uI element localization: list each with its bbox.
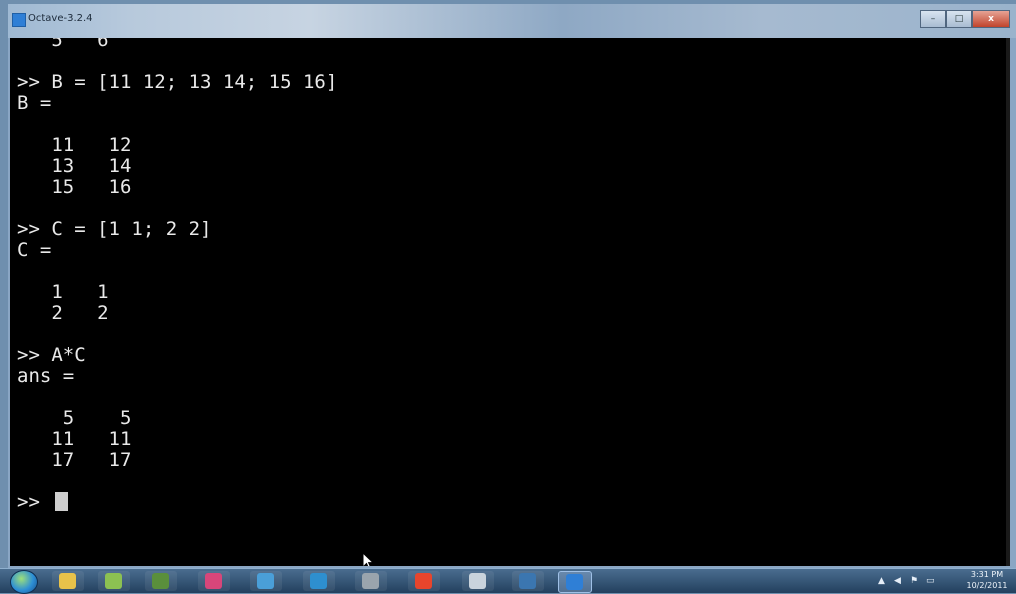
taskbar-button-chrome[interactable] (408, 571, 440, 591)
volume-icon[interactable]: ◀ (894, 576, 904, 586)
taskbar-button-usb-app[interactable] (355, 571, 387, 591)
console-line: 11 11 (17, 428, 132, 450)
paint-icon (257, 573, 274, 589)
clock-date: 10/2/2011 (966, 581, 1008, 590)
console-line: >> B = [11 12; 13 14; 15 16] (17, 71, 338, 93)
chrome-icon (415, 573, 432, 589)
mouse-pointer-icon (362, 552, 374, 566)
console-line: 11 12 (17, 134, 132, 156)
maximize-button[interactable]: □ (946, 10, 972, 28)
console-line: ans = (17, 365, 75, 387)
taskbar-button-paint[interactable] (250, 571, 282, 591)
network-app-icon (310, 573, 327, 589)
taskbar-button-media-app[interactable] (145, 571, 177, 591)
flag-icon[interactable]: ⚑ (910, 576, 920, 586)
media-app-icon (152, 573, 169, 589)
network-icon[interactable]: ▭ (926, 576, 936, 586)
taskbar-button-octave[interactable] (558, 571, 592, 593)
close-button[interactable]: x (972, 10, 1010, 28)
text-cursor (55, 492, 69, 511)
clock[interactable]: 3:31 PM 10/2/2011 (964, 569, 1010, 591)
vertical-scrollbar[interactable] (1006, 38, 1010, 566)
console-line: 5 5 (17, 407, 132, 429)
taskbar-button-windows-explorer[interactable] (52, 571, 84, 591)
console-line: B = (17, 92, 52, 114)
window-controls: – □ x (920, 10, 1010, 28)
console-line: 1 1 (17, 281, 109, 303)
sticky-notes-icon (105, 573, 122, 589)
console-line: >> A*C (17, 344, 86, 366)
console-line: 17 17 (17, 449, 132, 471)
windows-explorer-icon (59, 573, 76, 589)
photoshop-icon (205, 573, 222, 589)
octave-app-icon (12, 13, 26, 27)
taskbar-button-photoshop[interactable] (198, 571, 230, 591)
start-button[interactable] (10, 570, 38, 594)
console-lines: 5 6 >> B = [11 12; 13 14; 15 16] B = 11 … (17, 38, 337, 513)
octave-window: Octave-3.2.4 – □ x 5 6 >> B = [11 12; 13… (8, 4, 1016, 568)
console-line: 2 2 (17, 302, 109, 324)
taskbar-button-sticky-notes[interactable] (98, 571, 130, 591)
window-title: Octave-3.2.4 (28, 13, 93, 24)
console-line: 15 16 (17, 176, 132, 198)
console-line: C = (17, 239, 52, 261)
command-prompt-line[interactable]: >> (17, 492, 337, 513)
command-prompt: >> (17, 491, 52, 513)
clock-time: 3:31 PM (970, 570, 1004, 579)
title-bar[interactable]: Octave-3.2.4 – □ x (8, 4, 1016, 38)
taskbar-button-search-app[interactable] (462, 571, 494, 591)
octave-icon (566, 574, 583, 590)
console-line: 5 6 (17, 38, 109, 51)
search-app-icon (469, 573, 486, 589)
console-line: >> C = [1 1; 2 2] (17, 218, 212, 240)
tray-arrow-icon[interactable]: ▲ (878, 576, 888, 586)
system-tray: ▲ ◀ ⚑ ▭ 3:31 PM 10/2/2011 (866, 569, 1016, 593)
console-output[interactable]: 5 6 >> B = [11 12; 13 14; 15 16] B = 11 … (10, 38, 1010, 566)
minimize-button[interactable]: – (920, 10, 946, 28)
python-app-icon (519, 573, 536, 589)
taskbar: ▲ ◀ ⚑ ▭ 3:31 PM 10/2/2011 (0, 568, 1016, 594)
usb-app-icon (362, 573, 379, 589)
taskbar-button-python-app[interactable] (512, 571, 544, 591)
taskbar-button-network-app[interactable] (303, 571, 335, 591)
console-line: 13 14 (17, 155, 132, 177)
